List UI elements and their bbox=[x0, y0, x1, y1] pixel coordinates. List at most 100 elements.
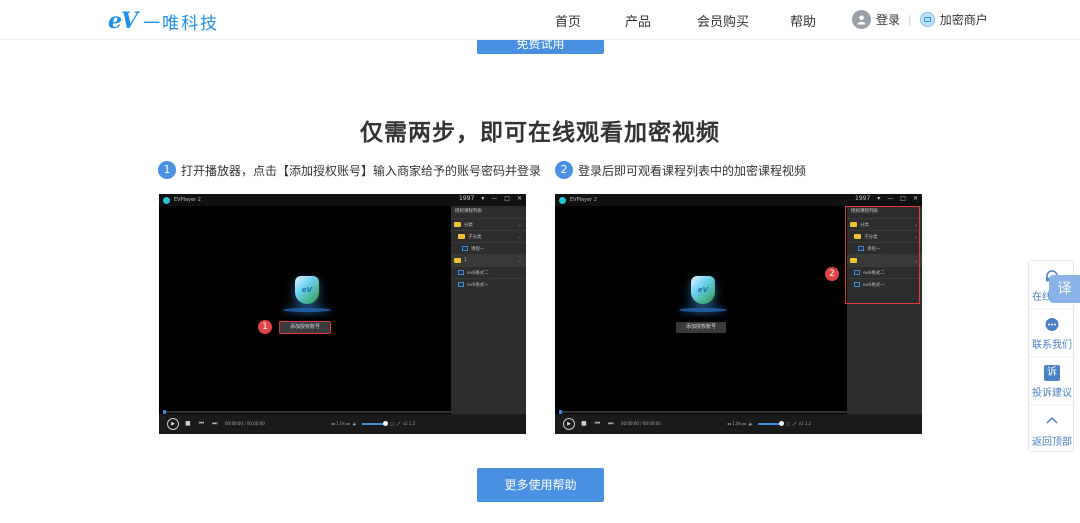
nav-home[interactable]: 首页 bbox=[555, 11, 581, 30]
step-marker-2: 2 bbox=[825, 267, 839, 281]
player-right-controls: ◂◂ 1.0x ▸▸ 🔈 ◯ ⤢ v2.1.2 bbox=[331, 420, 416, 426]
contact-us-button[interactable]: 联系我们 bbox=[1029, 309, 1075, 357]
minimize-icon: — bbox=[491, 195, 498, 202]
version-label: v2.1.2 bbox=[402, 421, 416, 426]
stop-icon: ■ bbox=[185, 420, 191, 427]
user-avatar-icon[interactable] bbox=[852, 10, 871, 29]
rewind-icon: ◂◂ bbox=[331, 421, 336, 426]
stop-icon: ■ bbox=[581, 420, 587, 427]
player-playlist: 授权课程列表 分类 ⌄ 子分类 ⌄ 课程一 1 ⌄ ev6格式二 ev6格式一 bbox=[451, 206, 526, 414]
list-item: 1 ⌄ bbox=[451, 254, 526, 266]
player-controls: ▶ ■ ⏮ ⏭ 00:00:00 / 00:00:00 ◂◂ 1.0x ▸▸ 🔈 ◯… bbox=[159, 410, 526, 434]
more-help-button[interactable]: 更多使用帮助 bbox=[477, 468, 604, 502]
play-icon: ▶ bbox=[563, 418, 575, 430]
player-title: EVPlayer 2 bbox=[570, 197, 597, 203]
prev-icon: ⏮ bbox=[198, 420, 205, 427]
volume-icon: 🔈 bbox=[748, 421, 754, 426]
login-link[interactable]: 登录 bbox=[876, 11, 900, 28]
list-item: ev6格式一 bbox=[451, 278, 526, 290]
control-icons: ■ ⏮ ⏭ bbox=[581, 420, 621, 428]
merchant-icon bbox=[919, 12, 935, 27]
folder-icon bbox=[458, 234, 465, 239]
emblem-glow bbox=[283, 308, 331, 312]
chevron-down-icon: ⌄ bbox=[517, 221, 522, 228]
complaint-button[interactable]: 诉 投诉建议 bbox=[1029, 357, 1075, 405]
logo-text: 一唯科技 bbox=[143, 13, 220, 34]
close-icon: ✕ bbox=[516, 195, 522, 202]
volume-icon: 🔈 bbox=[352, 421, 358, 426]
list-item: 课程一 bbox=[451, 242, 526, 254]
window-controls: 1997 ▾ — □ ✕ bbox=[848, 195, 918, 202]
file-icon bbox=[458, 270, 464, 275]
back-to-top-button[interactable]: 返回顶部 bbox=[1029, 405, 1075, 453]
playlist-highlight bbox=[845, 206, 920, 304]
complaint-label: 投诉建议 bbox=[1032, 388, 1072, 399]
playlist-header: 授权课程列表 bbox=[455, 209, 482, 214]
list-item: ev6格式二 bbox=[451, 266, 526, 278]
player-title: EVPlayer 2 bbox=[174, 197, 201, 203]
progress-bar bbox=[559, 410, 847, 414]
maximize-icon: □ bbox=[504, 195, 510, 202]
folder-icon bbox=[454, 258, 461, 263]
chevron-up-icon bbox=[1046, 416, 1058, 424]
fullscreen-icon: ⤢ bbox=[396, 421, 401, 426]
fullscreen-icon: ⤢ bbox=[792, 421, 797, 426]
contact-us-label: 联系我们 bbox=[1032, 340, 1072, 351]
player-right-controls: ◂◂ 1.0x ▸▸ 🔈 ◯ ⤢ v2.1.2 bbox=[727, 420, 812, 426]
play-icon: ▶ bbox=[167, 418, 179, 430]
version-label: v2.1.2 bbox=[798, 421, 812, 426]
window-controls: 1997 ▾ — □ ✕ bbox=[452, 195, 522, 202]
logo-mark: eV bbox=[108, 8, 138, 34]
nav-help[interactable]: 帮助 bbox=[790, 11, 816, 30]
maximize-icon: □ bbox=[900, 195, 906, 202]
player-user: 1997 bbox=[459, 195, 475, 202]
player-titlebar: EVPlayer 2 1997 ▾ — □ ✕ bbox=[555, 194, 922, 206]
player-time: 00:00:00 / 00:00:00 bbox=[225, 421, 265, 426]
complaint-icon: 诉 bbox=[1044, 365, 1060, 381]
emblem-glow bbox=[679, 308, 727, 312]
step-2-text: 登录后即可观看课程列表中的加密课程视频 bbox=[578, 163, 807, 178]
merchant-link[interactable]: 加密商户 bbox=[940, 11, 988, 28]
player-screenshot-1: EVPlayer 2 1997 ▾ — □ ✕ eV 添加授权账号 授权课程列表… bbox=[159, 194, 526, 434]
translate-button[interactable]: 译 bbox=[1049, 275, 1080, 303]
player-screenshot-2: EVPlayer 2 1997 ▾ — □ ✕ eV 添加授权账号 授权课程列表… bbox=[555, 194, 922, 434]
site-header: eV 一唯科技 首页 产品 会员购买 帮助 登录 | 加密商户 bbox=[0, 0, 1080, 40]
folder-icon bbox=[454, 222, 461, 227]
file-icon bbox=[462, 246, 468, 251]
minimize-icon: — bbox=[887, 195, 894, 202]
back-to-top-label: 返回顶部 bbox=[1032, 437, 1072, 448]
player-logo-icon bbox=[163, 196, 170, 204]
dropdown-icon: ▾ bbox=[481, 195, 485, 202]
ev-emblem-icon: eV bbox=[295, 276, 319, 304]
player-playlist: 授权课程列表 分类 ⌄ 子分类 ⌄ 课程一 ⌄ ev6格式二 ev6格式一 bbox=[845, 206, 922, 414]
list-item: 子分类 ⌄ bbox=[451, 230, 526, 242]
progress-bar bbox=[163, 410, 451, 414]
add-auth-account-button: 添加授权账号 bbox=[279, 321, 331, 334]
forward-icon: ▸▸ bbox=[742, 421, 747, 426]
list-item: 分类 ⌄ bbox=[451, 218, 526, 230]
nav-membership[interactable]: 会员购买 bbox=[697, 11, 749, 30]
page: eV 一唯科技 首页 产品 会员购买 帮助 登录 | 加密商户 免费试用 仅需两… bbox=[0, 0, 1080, 523]
step-marker-1: 1 bbox=[258, 320, 272, 334]
volume-slider bbox=[361, 420, 388, 426]
chevron-down-icon: ⌄ bbox=[517, 257, 522, 264]
brand-logo[interactable]: eV 一唯科技 bbox=[108, 8, 219, 34]
add-auth-account-button: 添加授权账号 bbox=[676, 322, 726, 333]
player-time: 00:00:00 / 00:00:00 bbox=[621, 421, 661, 426]
step-2-number: 2 bbox=[555, 161, 573, 179]
player-titlebar: EVPlayer 2 1997 ▾ — □ ✕ bbox=[159, 194, 526, 206]
forward-icon: ▸▸ bbox=[346, 421, 351, 426]
player-controls: ▶ ■ ⏮ ⏭ 00:00:00 / 00:00:00 ◂◂ 1.0x ▸▸ 🔈 ◯… bbox=[555, 410, 922, 434]
dropdown-icon: ▾ bbox=[877, 195, 881, 202]
control-icons: ■ ⏮ ⏭ bbox=[185, 420, 225, 428]
player-user: 1997 bbox=[855, 195, 871, 202]
header-separator: | bbox=[908, 13, 912, 26]
chevron-down-icon: ⌄ bbox=[517, 233, 522, 240]
section-title: 仅需两步，即可在线观看加密视频 bbox=[360, 120, 720, 146]
player-logo-icon bbox=[559, 196, 566, 204]
nav-products[interactable]: 产品 bbox=[625, 11, 651, 30]
ev-emblem-icon: eV bbox=[691, 276, 715, 304]
prev-icon: ⏮ bbox=[594, 420, 601, 427]
next-icon: ⏭ bbox=[608, 420, 614, 427]
next-icon: ⏭ bbox=[212, 420, 218, 427]
